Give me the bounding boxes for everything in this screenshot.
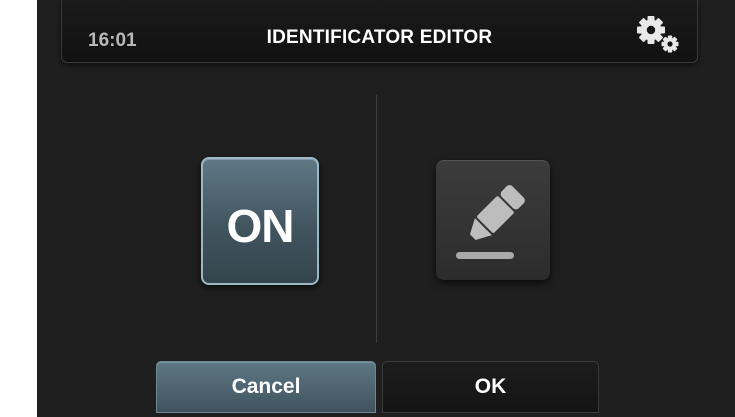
edit-button[interactable] xyxy=(436,160,550,280)
page-title: IDENTIFICATOR EDITOR xyxy=(266,27,493,48)
on-toggle-button[interactable]: ON xyxy=(201,157,319,285)
ok-button-label: OK xyxy=(474,375,507,398)
settings-gears-icon[interactable] xyxy=(635,14,683,56)
marker-pen-icon xyxy=(456,185,525,259)
cancel-button[interactable]: Cancel xyxy=(156,361,376,413)
cancel-button-label: Cancel xyxy=(231,375,301,398)
device-screen: 16:01 IDENTIFICATOR EDITOR ON Cancel OK xyxy=(37,0,735,417)
center-divider xyxy=(376,95,377,343)
on-toggle-label: ON xyxy=(226,200,295,252)
header-bar: 16:01 IDENTIFICATOR EDITOR xyxy=(61,0,698,63)
ok-button[interactable]: OK xyxy=(382,361,599,413)
